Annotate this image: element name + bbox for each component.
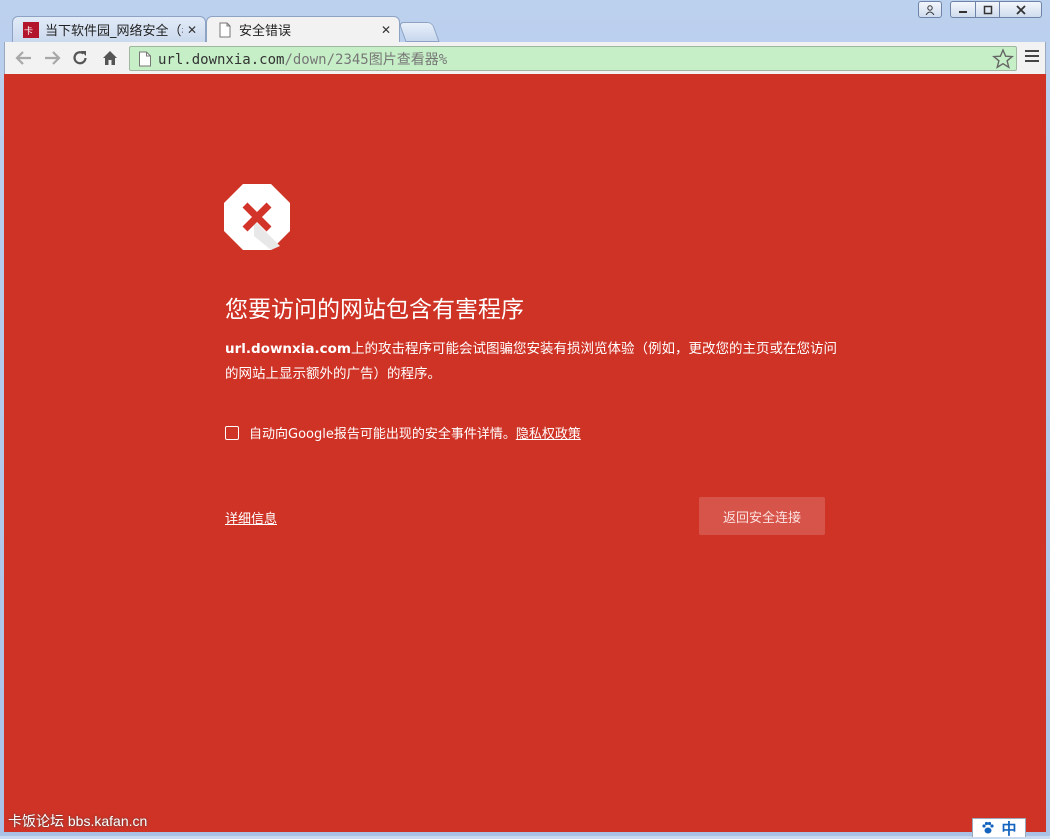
menu-icon[interactable]	[1025, 50, 1039, 64]
page-description: url.downxia.com上的攻击程序可能会试图骗您安装有损浏览体验（例如，…	[225, 337, 845, 387]
report-checkbox[interactable]	[225, 425, 239, 440]
details-link[interactable]: 详细信息	[225, 508, 277, 527]
home-icon[interactable]	[99, 48, 121, 68]
svg-text:卡: 卡	[24, 25, 33, 37]
forward-arrow-icon[interactable]	[41, 48, 63, 68]
star-icon[interactable]	[992, 48, 1014, 70]
tab-strip: 卡 当下软件园_网络安全（毒 ✕ 安全错误 ✕	[0, 14, 1050, 42]
url-path: /down/2345图片查看器%	[284, 51, 448, 68]
tab-close-icon[interactable]: ✕	[187, 23, 197, 37]
back-to-safety-button[interactable]: 返回安全连接	[699, 497, 825, 535]
interstitial-page: 您要访问的网站包含有害程序 url.downxia.com上的攻击程序可能会试图…	[4, 74, 1046, 832]
tab-close-icon[interactable]: ✕	[381, 23, 391, 37]
url-host: url.downxia.com	[158, 51, 285, 68]
page-icon	[219, 22, 231, 37]
page-title: 您要访问的网站包含有害程序	[225, 296, 524, 322]
ime-indicator[interactable]: 中	[972, 818, 1026, 838]
privacy-policy-link[interactable]: 隐私权政策	[516, 423, 581, 442]
reload-icon[interactable]	[69, 48, 91, 68]
browser-window: 卡 当下软件园_网络安全（毒 ✕ 安全错误 ✕ url.downxia.com/…	[0, 0, 1050, 838]
back-arrow-icon[interactable]	[13, 48, 35, 68]
desc-site: url.downxia.com	[225, 341, 351, 357]
page-icon	[139, 51, 151, 66]
downxia-favicon: 卡	[23, 21, 39, 38]
browser-toolbar: url.downxia.com/down/2345图片查看器%	[4, 42, 1046, 74]
new-tab-button[interactable]	[398, 22, 440, 42]
address-bar[interactable]: url.downxia.com/down/2345图片查看器%	[129, 46, 1017, 71]
tab-downxia[interactable]: 卡 当下软件园_网络安全（毒 ✕	[12, 16, 206, 42]
tab-title: 安全错误	[239, 24, 292, 39]
url-text: url.downxia.com/down/2345图片查看器%	[158, 49, 447, 69]
paw-icon	[982, 821, 995, 834]
tab-security-error[interactable]: 安全错误 ✕	[206, 16, 400, 42]
ime-label: 中	[1001, 819, 1017, 838]
forum-watermark: 卡饭论坛 bbs.kafan.cn	[8, 813, 148, 829]
tab-title: 当下软件园_网络安全（毒	[45, 24, 183, 39]
report-option: 自动向Google报告可能出现的安全事件详情。 隐私权政策	[225, 423, 581, 442]
error-x-octagon-icon	[224, 184, 290, 250]
report-label: 自动向Google报告可能出现的安全事件详情。	[249, 427, 516, 442]
